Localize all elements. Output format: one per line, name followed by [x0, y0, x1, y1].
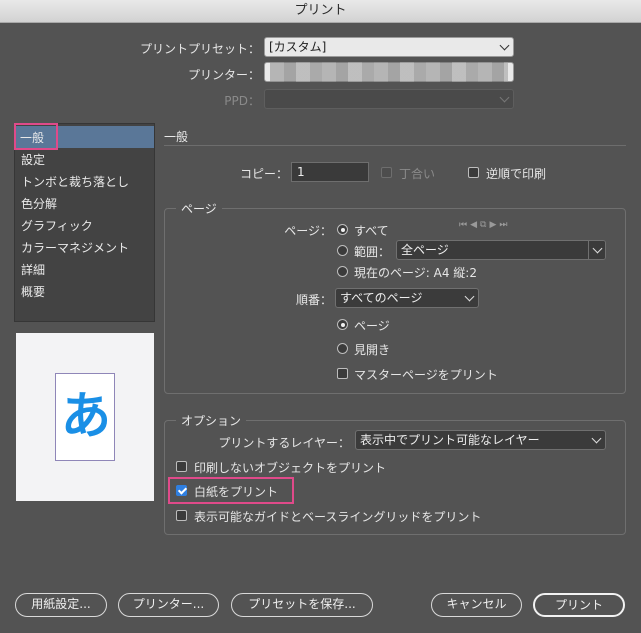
printer-button[interactable]: プリンター... — [118, 593, 219, 617]
window-title: プリント — [0, 0, 641, 23]
range-label[interactable]: 範囲： — [354, 243, 390, 260]
guides-grids-checkbox[interactable] — [176, 510, 187, 521]
sidebar-item-advanced[interactable]: 詳細 — [21, 261, 45, 278]
ppd-label: PPD： — [224, 94, 260, 108]
master-pages-checkbox[interactable] — [337, 368, 348, 379]
sidebar-item-setup[interactable]: 設定 — [21, 151, 45, 168]
cancel-button[interactable]: キャンセル — [431, 593, 522, 617]
sidebar-item-color-management[interactable]: カラーマネジメント — [21, 239, 129, 256]
nonprinting-objects-label[interactable]: 印刷しないオブジェクトをプリント — [194, 459, 386, 476]
range-combo[interactable]: 全ページ — [396, 240, 606, 260]
guides-grids-label[interactable]: 表示可能なガイドとベースライングリッドをプリント — [194, 508, 481, 525]
chevron-down-icon — [591, 433, 602, 444]
chevron-down-icon — [499, 92, 510, 103]
range-value: 全ページ — [401, 243, 449, 257]
range-dropdown-button[interactable] — [588, 241, 605, 259]
print-button[interactable]: プリント — [533, 593, 625, 617]
order-select[interactable]: すべてのページ — [335, 288, 479, 308]
master-pages-label[interactable]: マスターページをプリント — [354, 366, 498, 383]
copies-input[interactable]: 1 — [291, 162, 369, 182]
pages-radio[interactable] — [337, 319, 348, 330]
nonprinting-objects-checkbox[interactable] — [176, 461, 187, 472]
copies-label: コピー： — [239, 167, 288, 181]
pages-radio-label[interactable]: ページ — [354, 317, 390, 334]
ppd-select — [264, 89, 514, 109]
print-layers-select[interactable]: 表示中でプリント可能なレイヤー — [355, 430, 606, 450]
print-layers-value: 表示中でプリント可能なレイヤー — [360, 433, 540, 447]
section-divider — [164, 145, 626, 146]
collate-label: 丁合い — [399, 167, 436, 181]
print-layers-label: プリントするレイヤー： — [218, 436, 350, 450]
spreads-label[interactable]: 見開き — [354, 341, 390, 358]
page-navigation-icons: ⏮◀⧉▶⏭ — [459, 220, 511, 230]
category-list[interactable]: 一般 設定 トンボと裁ち落とし 色分解 グラフィック カラーマネジメント 詳細 … — [14, 123, 155, 322]
collate-checkbox — [381, 167, 392, 178]
all-pages-radio[interactable] — [337, 224, 348, 235]
sidebar-item-output[interactable]: 色分解 — [21, 195, 57, 212]
sidebar-item-graphics[interactable]: グラフィック — [21, 217, 93, 234]
current-page-radio[interactable] — [337, 266, 348, 277]
options-legend: オプション — [176, 412, 247, 429]
sidebar-item-summary[interactable]: 概要 — [21, 283, 45, 300]
highlight-blank-pages — [168, 477, 294, 504]
chevron-down-icon — [464, 291, 475, 302]
preset-value: [カスタム] — [269, 40, 327, 54]
printer-name-redacted — [270, 62, 508, 82]
section-title: 一般 — [164, 130, 189, 144]
save-preset-button[interactable]: プリセットを保存... — [231, 593, 373, 617]
printer-label: プリンター： — [187, 68, 260, 82]
order-label: 順番： — [295, 293, 332, 307]
page-setup-button[interactable]: 用紙設定... — [15, 593, 107, 617]
spreads-radio[interactable] — [337, 343, 348, 354]
preset-select[interactable]: [カスタム] — [264, 37, 514, 57]
chevron-down-icon — [499, 40, 510, 51]
pages-legend: ページ — [176, 200, 222, 217]
preview-glyph: あ — [61, 387, 111, 445]
range-radio[interactable] — [337, 245, 348, 256]
preview-page: あ — [55, 373, 115, 461]
print-preview: あ — [16, 333, 154, 501]
all-pages-label[interactable]: すべて — [354, 222, 389, 239]
order-value: すべてのページ — [340, 291, 423, 305]
reverse-order-label[interactable]: 逆順で印刷 — [486, 165, 546, 182]
current-page-label[interactable]: 現在のページ: A4 縦:2 — [354, 264, 477, 281]
pages-label: ページ： — [284, 224, 332, 238]
chevron-down-icon — [592, 243, 603, 254]
preset-label: プリントプリセット： — [139, 42, 260, 56]
highlight-general — [14, 123, 58, 150]
reverse-order-checkbox[interactable] — [468, 167, 479, 178]
sidebar-item-marks-bleed[interactable]: トンボと裁ち落とし — [21, 173, 129, 190]
